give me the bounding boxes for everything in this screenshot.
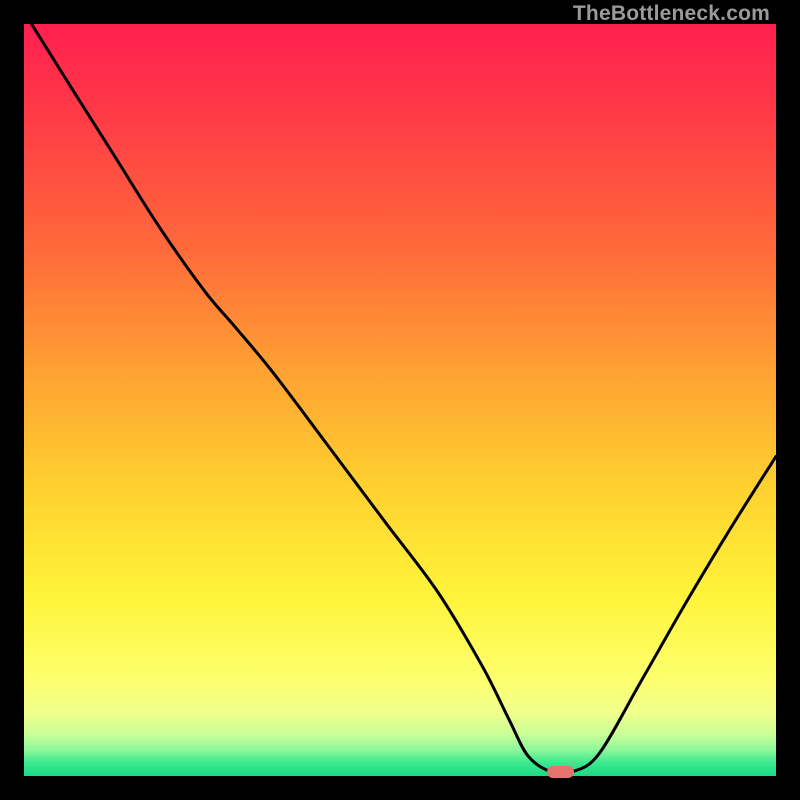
watermark-text: TheBottleneck.com	[573, 2, 770, 26]
chart-frame	[24, 24, 776, 776]
gradient-background	[24, 24, 776, 776]
bottleneck-chart	[24, 24, 776, 776]
optimal-point-marker	[547, 766, 574, 778]
